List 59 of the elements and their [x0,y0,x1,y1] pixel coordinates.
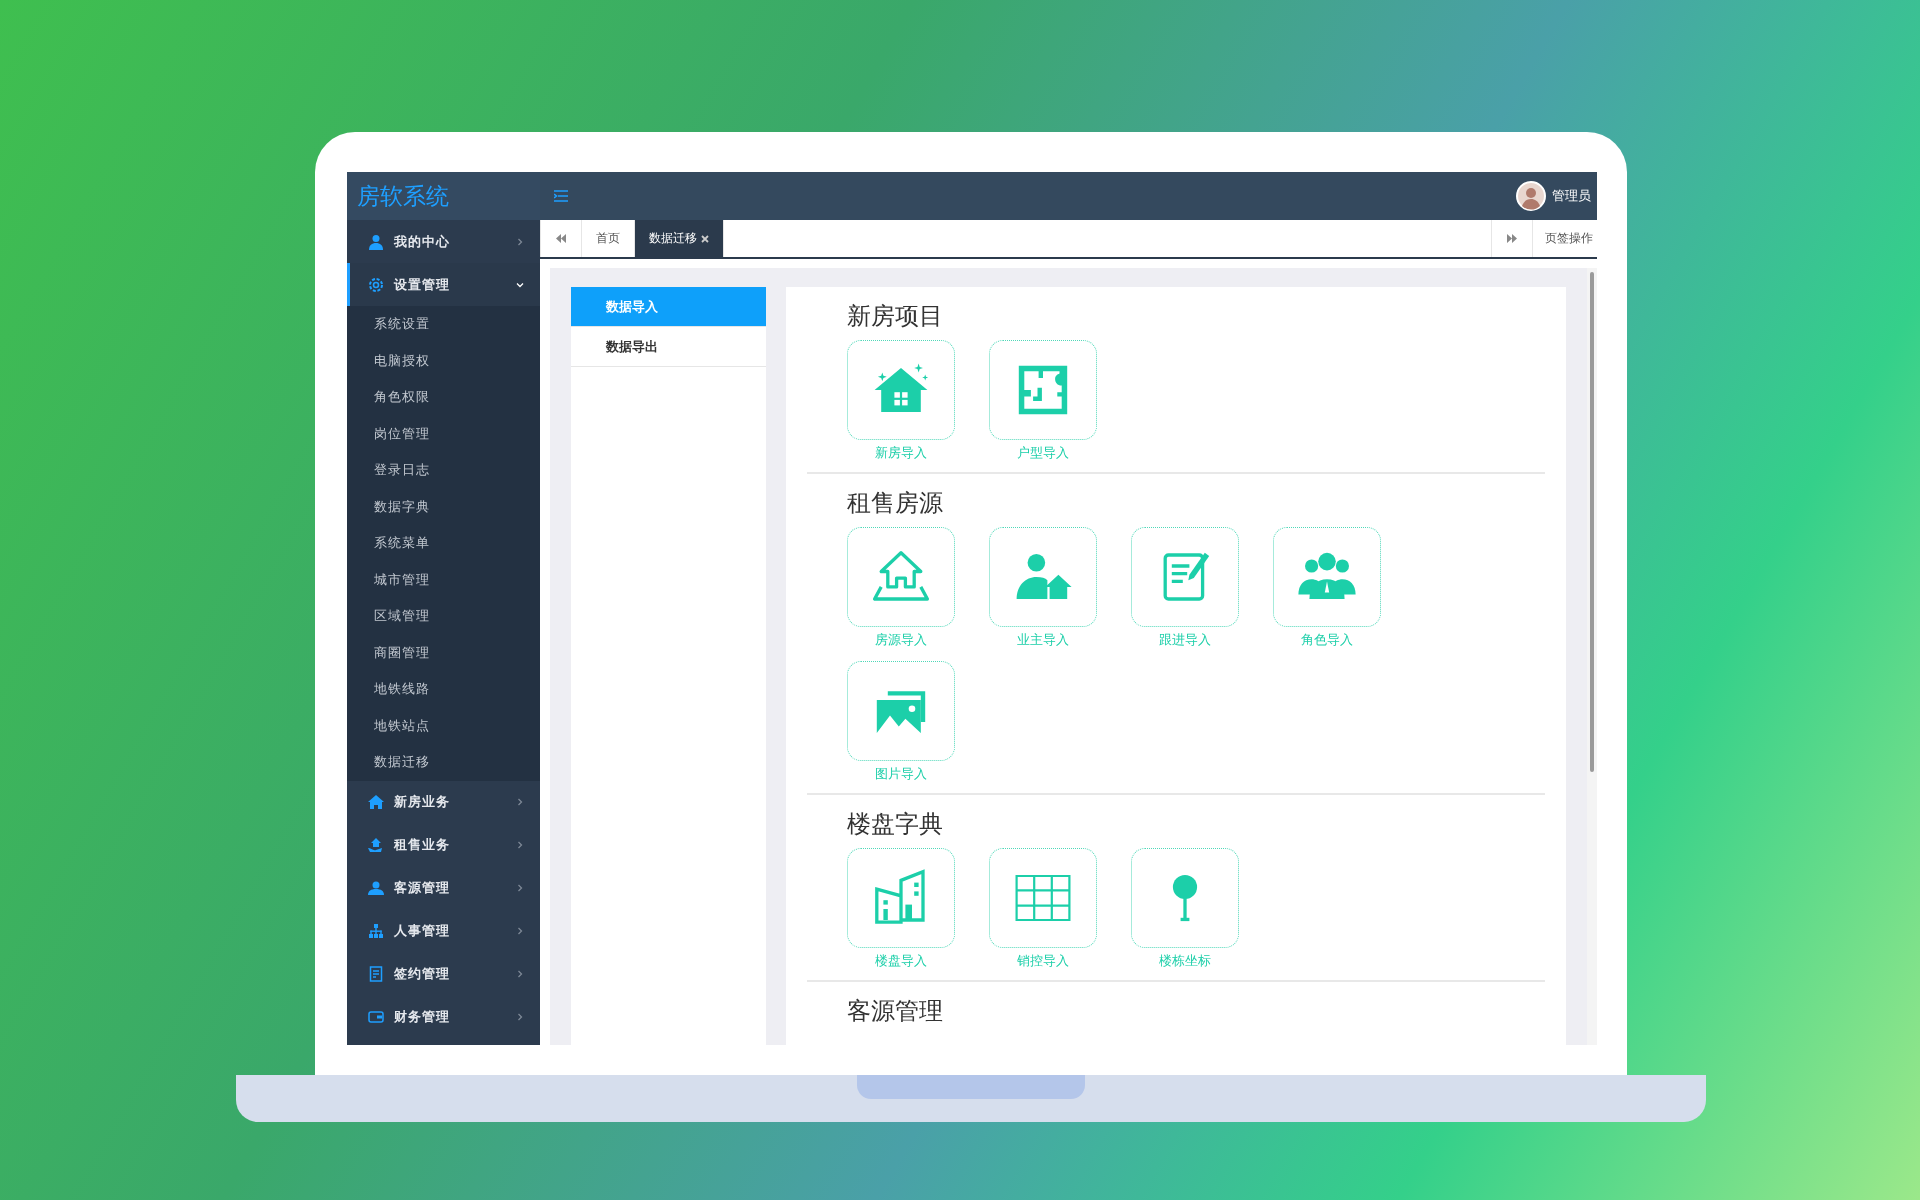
section-heading: 客源管理 [847,996,944,1027]
chevron-right-icon [516,1013,524,1021]
submenu-item[interactable]: 数据迁移 [347,744,540,781]
settings-icon [368,276,384,293]
chevron-right-icon [516,841,524,849]
sidebar-item[interactable]: 财务管理 [347,995,540,1039]
user-icon [368,233,384,250]
submenu-item[interactable]: 登录日志 [347,452,540,489]
sidebar-label: 租售业务 [394,836,451,854]
sidebar-label: 签约管理 [394,965,451,983]
chevron-down-icon [516,280,524,289]
sidebar-item[interactable]: 客源管理 [347,866,540,910]
section-heading: 租售房源 [847,488,944,519]
sidebar-label: 我的中心 [394,232,451,251]
submenu-item[interactable]: 地铁站点 [347,707,540,744]
sidebar-item[interactable]: 租售业务 [347,823,540,867]
chevron-right-icon [516,884,524,892]
chevron-right-icon [516,970,524,978]
tab[interactable]: 数据迁移 [635,220,724,257]
double-left-icon [556,234,566,243]
submenu-item[interactable]: 商圈管理 [347,634,540,671]
user-name[interactable]: 管理员 [1552,187,1591,205]
avatar-icon[interactable] [1516,181,1546,211]
sidebar-item[interactable]: 人事管理 [347,909,540,953]
org-chart-icon [368,923,384,939]
sidebar-label: 设置管理 [394,275,451,294]
submenu-item[interactable]: 地铁线路 [347,671,540,708]
tab-actions-menu[interactable]: 页签操作 [1533,220,1597,257]
submenu-item[interactable]: 岗位管理 [347,415,540,452]
submenu-item[interactable]: 城市管理 [347,561,540,598]
section-heading: 新房项目 [847,301,944,332]
sidebar-item[interactable]: 签约管理 [347,952,540,996]
scroll-right-button[interactable] [1491,220,1533,257]
hand-house-icon [368,837,384,853]
submenu-item[interactable]: 数据字典 [347,488,540,525]
submenu-item[interactable]: 区域管理 [347,598,540,635]
chevron-right-icon [516,927,524,935]
section-heading: 楼盘字典 [847,809,944,840]
submenu-item[interactable]: 系统菜单 [347,525,540,562]
document-icon [368,966,384,982]
sidebar-item[interactable]: 新房业务 [347,780,540,824]
scrollbar-thumb[interactable] [1590,272,1594,772]
house-icon [368,794,384,810]
sidebar-label: 财务管理 [394,1008,451,1026]
sidebar-label: 人事管理 [394,922,451,940]
people-icon [368,880,384,896]
sidebar-item[interactable]: 我的中心 [347,220,540,263]
submenu-item[interactable]: 系统设置 [347,306,540,343]
double-right-icon [1507,234,1517,243]
close-icon[interactable] [701,234,709,243]
chevron-right-icon [516,798,524,806]
submenu-item[interactable]: 电脑授权 [347,342,540,379]
sidebar-label: 新房业务 [394,793,451,811]
wallet-icon [368,1009,384,1025]
menu-icon[interactable] [554,190,568,202]
sidebar-label: 客源管理 [394,879,451,897]
app-title: 房软系统 [357,181,449,211]
submenu-item[interactable]: 角色权限 [347,379,540,416]
chevron-right-icon [516,237,524,246]
